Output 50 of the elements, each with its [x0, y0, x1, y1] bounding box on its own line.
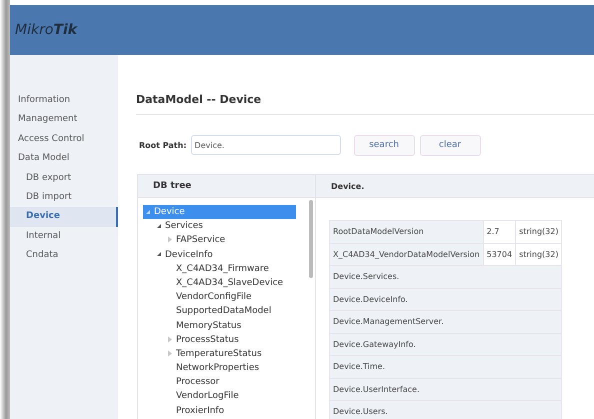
table-cell: 53704 [483, 243, 516, 266]
table-cell: X_C4AD34_VendorDataModelVersion [330, 243, 484, 266]
tree-item[interactable]: Processor [143, 375, 296, 390]
sidebar-item[interactable]: Management [10, 110, 118, 130]
tree-item[interactable]: VendorLogFile [143, 389, 296, 404]
table-cell[interactable]: Device.DeviceInfo. [330, 288, 562, 310]
root-path-label: Root Path: [139, 140, 187, 150]
tree-item[interactable]: NetworkProperties [143, 361, 296, 376]
sidebar-item[interactable]: Data Model [10, 149, 118, 169]
tree-item[interactable]: DeviceInfo [143, 248, 296, 262]
sidebar-item[interactable]: Information [10, 91, 118, 110]
tree-item[interactable]: FAPService [143, 233, 296, 248]
tree-item[interactable]: ProxierInfo [143, 404, 296, 418]
table-cell[interactable]: Device.Time. [330, 356, 562, 378]
collapsed-triangle-icon[interactable] [167, 350, 173, 357]
tree-item[interactable]: SupportedDataModel [143, 304, 296, 318]
table-cell: 2.7 [483, 220, 516, 243]
tree-item[interactable]: TemperatureStatus [143, 346, 296, 362]
root-path-field[interactable]: Device. [190, 135, 341, 155]
sidebar-item[interactable]: Device [10, 207, 118, 227]
expanded-triangle-icon[interactable] [156, 222, 162, 229]
sidebar-item[interactable]: DB export [10, 168, 118, 188]
collapsed-triangle-icon[interactable] [167, 236, 173, 244]
table-cell: string(32) [516, 243, 562, 266]
sidebar-item[interactable]: Cndata [10, 246, 118, 266]
table-cell: string(32) [516, 220, 562, 243]
sidebar-item[interactable]: Internal [10, 226, 118, 246]
collapsed-triangle-icon[interactable] [167, 336, 173, 343]
table-cell[interactable]: Device.ManagementServer. [330, 310, 562, 333]
table-cell[interactable]: Device.UserInterface. [330, 378, 562, 400]
sidebar-item[interactable]: DB import [10, 188, 118, 208]
table-cell[interactable]: Device.GatewayInfo. [330, 333, 562, 356]
expanded-triangle-icon[interactable] [156, 251, 162, 258]
page-title: DataModel -- Device [136, 93, 594, 115]
tree-item[interactable]: ProcessStatus [143, 332, 296, 347]
table-cell[interactable]: Device.Services. [330, 266, 562, 288]
tree-item[interactable]: Services [143, 219, 296, 234]
tree-item[interactable]: X_C4AD34_Firmware [143, 262, 296, 276]
table-cell: RootDataModelVersion [330, 220, 484, 243]
tree-item[interactable]: MemoryStatus [143, 318, 296, 333]
sidebar-item[interactable]: Access Control [10, 130, 118, 150]
clear-button[interactable]: clear [420, 134, 481, 156]
details-heading: Device. [330, 180, 366, 192]
logo: MikroTik [15, 22, 78, 38]
table-cell[interactable]: Device.Users. [330, 400, 562, 419]
tree-item[interactable]: VendorConfigFile [143, 290, 296, 304]
tree-item[interactable]: X_C4AD34_SlaveDevice [143, 276, 296, 290]
scrollbar[interactable] [309, 200, 313, 278]
search-button[interactable]: search [354, 134, 415, 156]
tree-heading: DB tree [138, 175, 316, 197]
